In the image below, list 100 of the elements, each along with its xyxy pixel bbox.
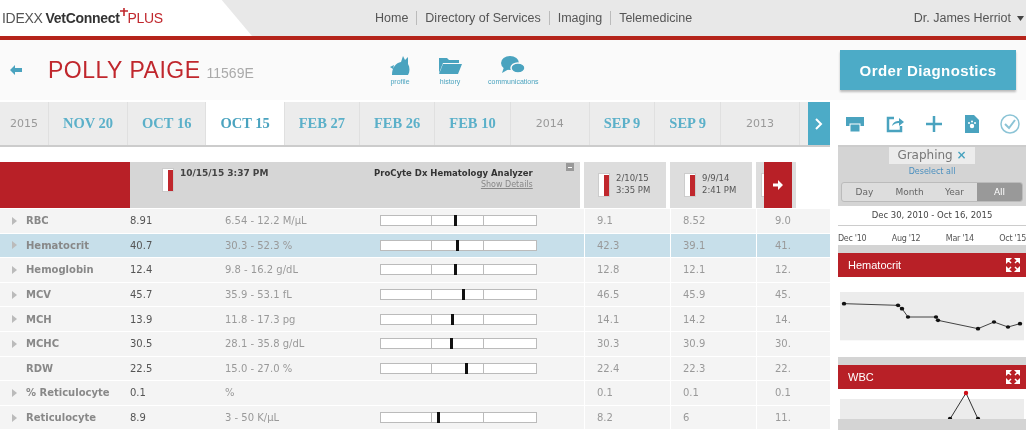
date-tab[interactable]: FEB 27 <box>284 102 360 145</box>
previous-result-header[interactable]: 2/10/15 3:35 PM <box>584 162 666 208</box>
date-tab[interactable]: FEB 26 <box>360 102 436 145</box>
previous-value: 39.1 <box>683 239 706 251</box>
expand-triangle-icon[interactable] <box>12 315 17 324</box>
previous-value: 14.2 <box>683 313 706 325</box>
expand-triangle-icon[interactable] <box>12 266 17 274</box>
previous-value: 6 <box>683 412 690 424</box>
test-name[interactable]: MCHC <box>26 338 59 350</box>
expand-triangle-icon[interactable] <box>12 290 17 299</box>
test-name[interactable]: RDW <box>26 362 54 374</box>
period-option[interactable]: Year <box>932 183 977 201</box>
result-value: 30.5 <box>130 338 153 350</box>
previous-value: 0.1 <box>775 387 791 399</box>
chevron-right-icon <box>815 117 823 130</box>
nav-link[interactable]: Home <box>367 11 417 25</box>
result-value: 8.91 <box>130 215 153 227</box>
result-value: 0.1 <box>130 387 146 399</box>
expand-triangle-icon[interactable] <box>12 339 17 348</box>
arrow-right-icon <box>773 180 783 190</box>
patient-name: POLLY PAIGE <box>48 56 201 84</box>
graphing-tag: Graphing × <box>889 147 975 164</box>
graph-title: WBC <box>848 371 874 383</box>
expand-icon[interactable] <box>1006 258 1020 272</box>
test-name[interactable]: Hematocrit <box>26 239 90 251</box>
speech-bubbles-icon <box>500 55 527 75</box>
date-range: Dec 30, 2010 - Oct 16, 2015 <box>871 210 993 220</box>
previous-value: 0.1 <box>597 387 613 399</box>
period-option[interactable]: Day <box>842 183 887 201</box>
previous-value: 41. <box>775 239 791 251</box>
axis-label: Dec '10 <box>838 234 867 243</box>
nav-link[interactable]: Directory of Services <box>417 11 549 25</box>
expand-triangle-icon[interactable] <box>12 216 17 225</box>
reference-range: 15.0 - 27.0 % <box>225 362 293 374</box>
cat-icon <box>388 55 412 75</box>
date-tab[interactable]: SEP 9 <box>589 102 656 145</box>
result-value: 8.9 <box>130 412 146 424</box>
result-datetime: 10/15/15 3:37 PM <box>180 168 270 178</box>
expand-triangle-icon[interactable] <box>12 413 17 422</box>
previous-value: 46.5 <box>597 289 620 301</box>
reference-range: 11.8 - 17.3 pg <box>225 313 296 325</box>
paw-document-icon <box>964 114 979 133</box>
document-button[interactable] <box>962 112 981 135</box>
year-tab[interactable]: 2015 <box>0 102 49 145</box>
previous-value: 9.0 <box>775 215 791 227</box>
caret-icon <box>1017 15 1024 21</box>
previous-value: 30. <box>775 338 791 350</box>
nav-link[interactable]: Imaging <box>549 11 611 25</box>
back-arrow-icon[interactable] <box>10 65 22 75</box>
sample-tube-icon <box>162 168 174 192</box>
year-tab[interactable]: 2013 <box>721 102 800 145</box>
previous-value: 30.9 <box>683 338 706 350</box>
date-tab[interactable]: SEP 9 <box>655 102 721 145</box>
next-dates-button[interactable] <box>808 102 830 145</box>
show-details-link[interactable]: Show Details <box>480 180 533 189</box>
sample-tube-icon <box>598 173 610 197</box>
expand-icon[interactable] <box>1006 370 1020 384</box>
reference-range: 6.54 - 12.2 M/µL <box>225 215 307 227</box>
test-name[interactable]: Hemoglobin <box>26 264 94 276</box>
test-name[interactable]: MCV <box>26 289 52 301</box>
period-option[interactable]: All <box>977 183 1022 201</box>
user-menu[interactable]: Dr. James Herriot <box>913 11 1026 25</box>
patient-id: 11569E <box>206 64 254 81</box>
test-name[interactable]: RBC <box>26 215 49 227</box>
axis-label: Mar '14 <box>945 234 974 243</box>
deselect-all-link[interactable]: Deselect all <box>908 167 956 176</box>
order-diagnostics-button[interactable]: Order Diagnostics <box>840 50 1016 90</box>
next-results-button[interactable] <box>764 162 792 208</box>
previous-value: 42.3 <box>597 239 620 251</box>
test-name[interactable]: % Reticulocyte <box>26 387 110 399</box>
expand-triangle-icon[interactable] <box>12 241 17 250</box>
previous-result-header[interactable]: 9/9/14 2:41 PM <box>670 162 752 208</box>
plus-icon <box>925 114 943 133</box>
previous-value: 8.52 <box>683 215 706 227</box>
share-icon <box>885 114 904 133</box>
check-button[interactable] <box>998 111 1022 136</box>
previous-value: 45.9 <box>683 289 706 301</box>
result-value: 45.7 <box>130 289 153 301</box>
previous-value: 12. <box>775 264 791 276</box>
previous-result-header[interactable] <box>756 162 796 208</box>
test-name[interactable]: Reticulocyte <box>26 412 97 424</box>
previous-value: 11. <box>775 412 791 424</box>
year-tab[interactable]: 2014 <box>510 102 590 145</box>
date-tab[interactable]: OCT 15 <box>206 102 285 145</box>
minimize-icon[interactable] <box>566 163 574 171</box>
test-name[interactable]: MCH <box>26 313 52 325</box>
expand-triangle-icon[interactable] <box>12 388 17 397</box>
previous-value: 14.1 <box>597 313 620 325</box>
check-circle-icon <box>1000 113 1020 134</box>
printer-icon <box>846 114 864 133</box>
nav-link[interactable]: Telemedicine <box>611 11 701 25</box>
date-tab[interactable]: FEB 10 <box>435 102 511 145</box>
previous-value: 0.1 <box>683 387 699 399</box>
date-tab[interactable]: NOV 20 <box>49 102 129 145</box>
period-option[interactable]: Month <box>887 183 932 201</box>
close-button[interactable]: × <box>956 148 967 162</box>
reference-range: 9.8 - 16.2 g/dL <box>225 264 298 276</box>
result-value: 12.4 <box>130 264 153 276</box>
reference-range: 28.1 - 35.8 g/dL <box>225 338 305 350</box>
result-value: 22.5 <box>130 362 153 374</box>
